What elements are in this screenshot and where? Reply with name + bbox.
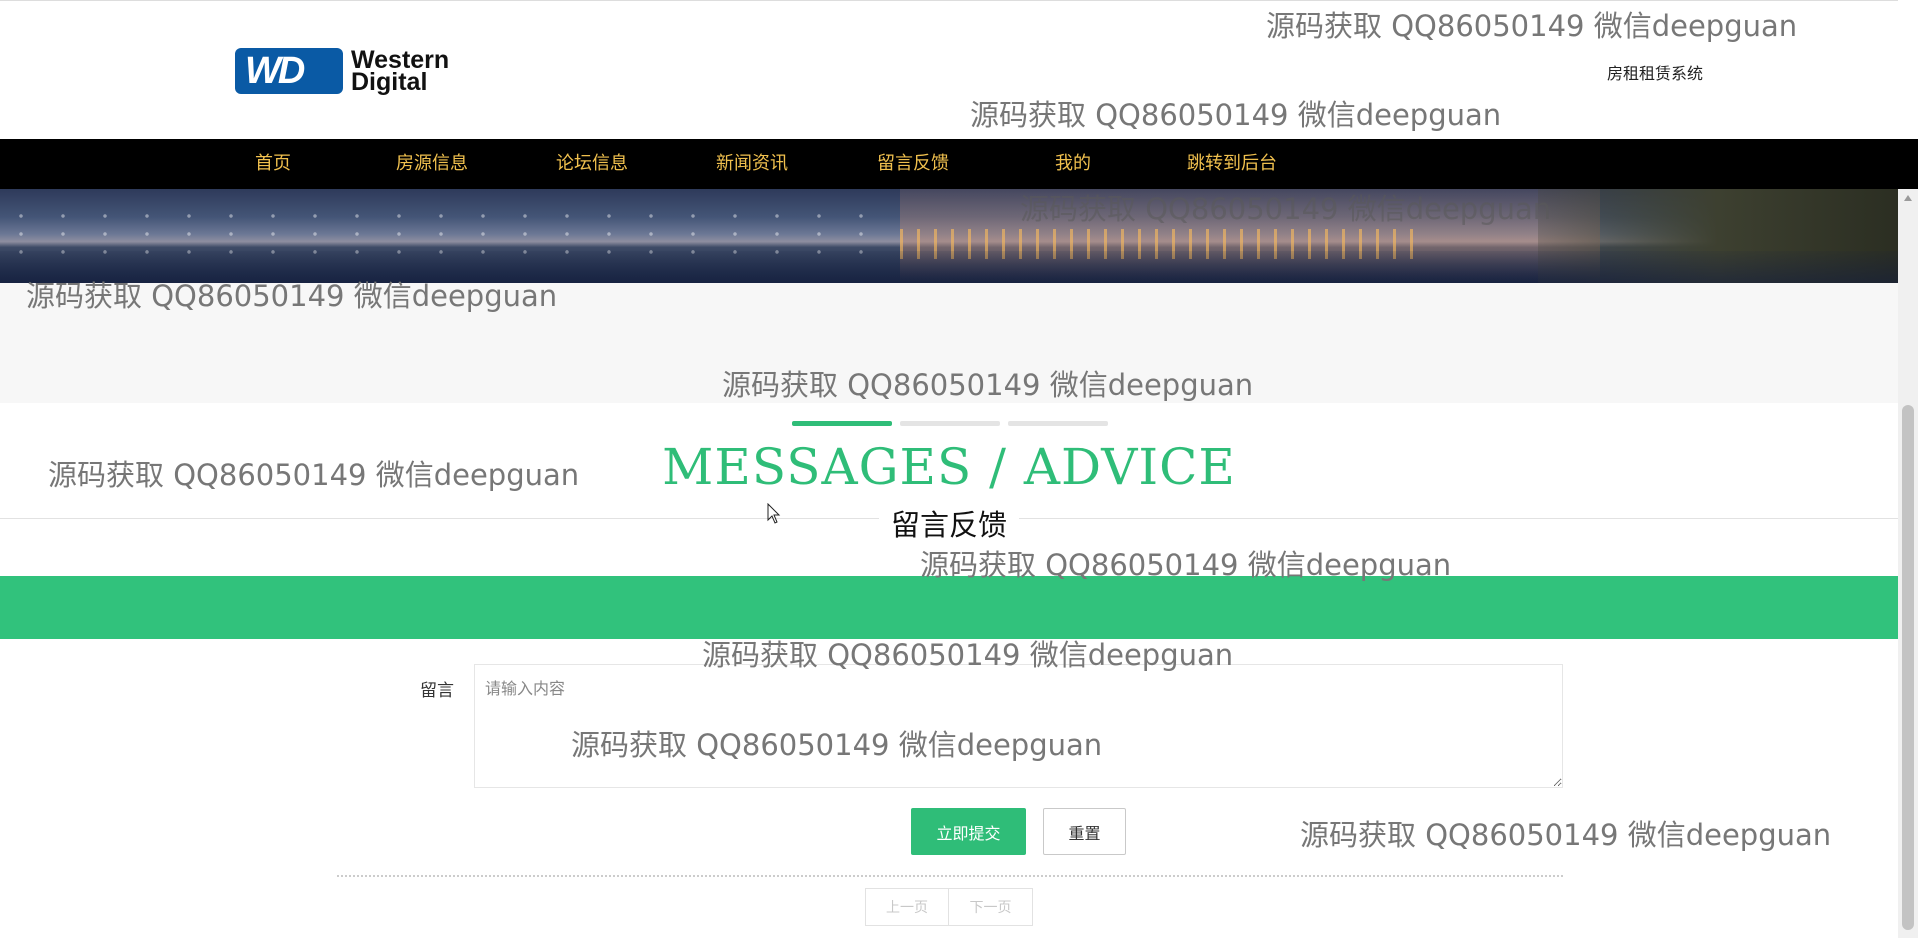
breadcrumb-band	[0, 283, 1898, 403]
main-nav: 首页 房源信息 论坛信息 新闻资讯 留言反馈 我的 跳转到后台	[0, 139, 1918, 189]
banner-image	[0, 189, 1898, 283]
page-scrollbar[interactable]	[1898, 189, 1918, 938]
nav-item-mine[interactable]: 我的	[1055, 139, 1091, 189]
page: WD Western Digital 房租租赁系统 首页 房源信息 论坛信息 新…	[0, 0, 1918, 938]
prev-page-button[interactable]: 上一页	[865, 888, 949, 926]
logo-line-2: Digital	[351, 68, 428, 96]
wd-logo-mark-icon: WD	[235, 48, 343, 94]
title-indicator	[1008, 421, 1108, 426]
message-input[interactable]	[474, 664, 1563, 788]
reset-button[interactable]: 重置	[1043, 808, 1126, 855]
logo-wordmark: Western Digital	[351, 48, 449, 96]
brand-logo[interactable]: WD Western Digital	[235, 48, 449, 96]
message-label: 留言	[420, 681, 454, 701]
title-indicator-active	[792, 421, 892, 426]
divider	[337, 875, 1563, 877]
system-name: 房租租赁系统	[1607, 64, 1704, 83]
mouse-pointer-icon	[767, 503, 781, 524]
nav-item-forum[interactable]: 论坛信息	[556, 139, 628, 189]
scrollbar-thumb[interactable]	[1902, 405, 1914, 930]
section-title-cn: 留言反馈	[878, 502, 1019, 544]
section-banner-bar	[0, 576, 1898, 639]
watermark: 源码获取 QQ86050149 微信deepguan	[1300, 818, 1832, 852]
submit-button[interactable]: 立即提交	[911, 808, 1026, 855]
logo-mark-text: WD	[245, 50, 305, 92]
title-indicator	[900, 421, 1000, 426]
next-page-button[interactable]: 下一页	[949, 888, 1033, 926]
site-header: WD Western Digital 房租租赁系统	[0, 0, 1898, 139]
nav-item-feedback[interactable]: 留言反馈	[877, 139, 949, 189]
nav-item-news[interactable]: 新闻资讯	[716, 139, 788, 189]
nav-item-home[interactable]: 首页	[255, 139, 291, 189]
chevron-up-icon[interactable]	[1904, 195, 1912, 201]
section-title-en: MESSAGES / ADVICE	[662, 438, 1236, 496]
nav-item-listings[interactable]: 房源信息	[396, 139, 468, 189]
nav-item-admin[interactable]: 跳转到后台	[1187, 139, 1277, 189]
